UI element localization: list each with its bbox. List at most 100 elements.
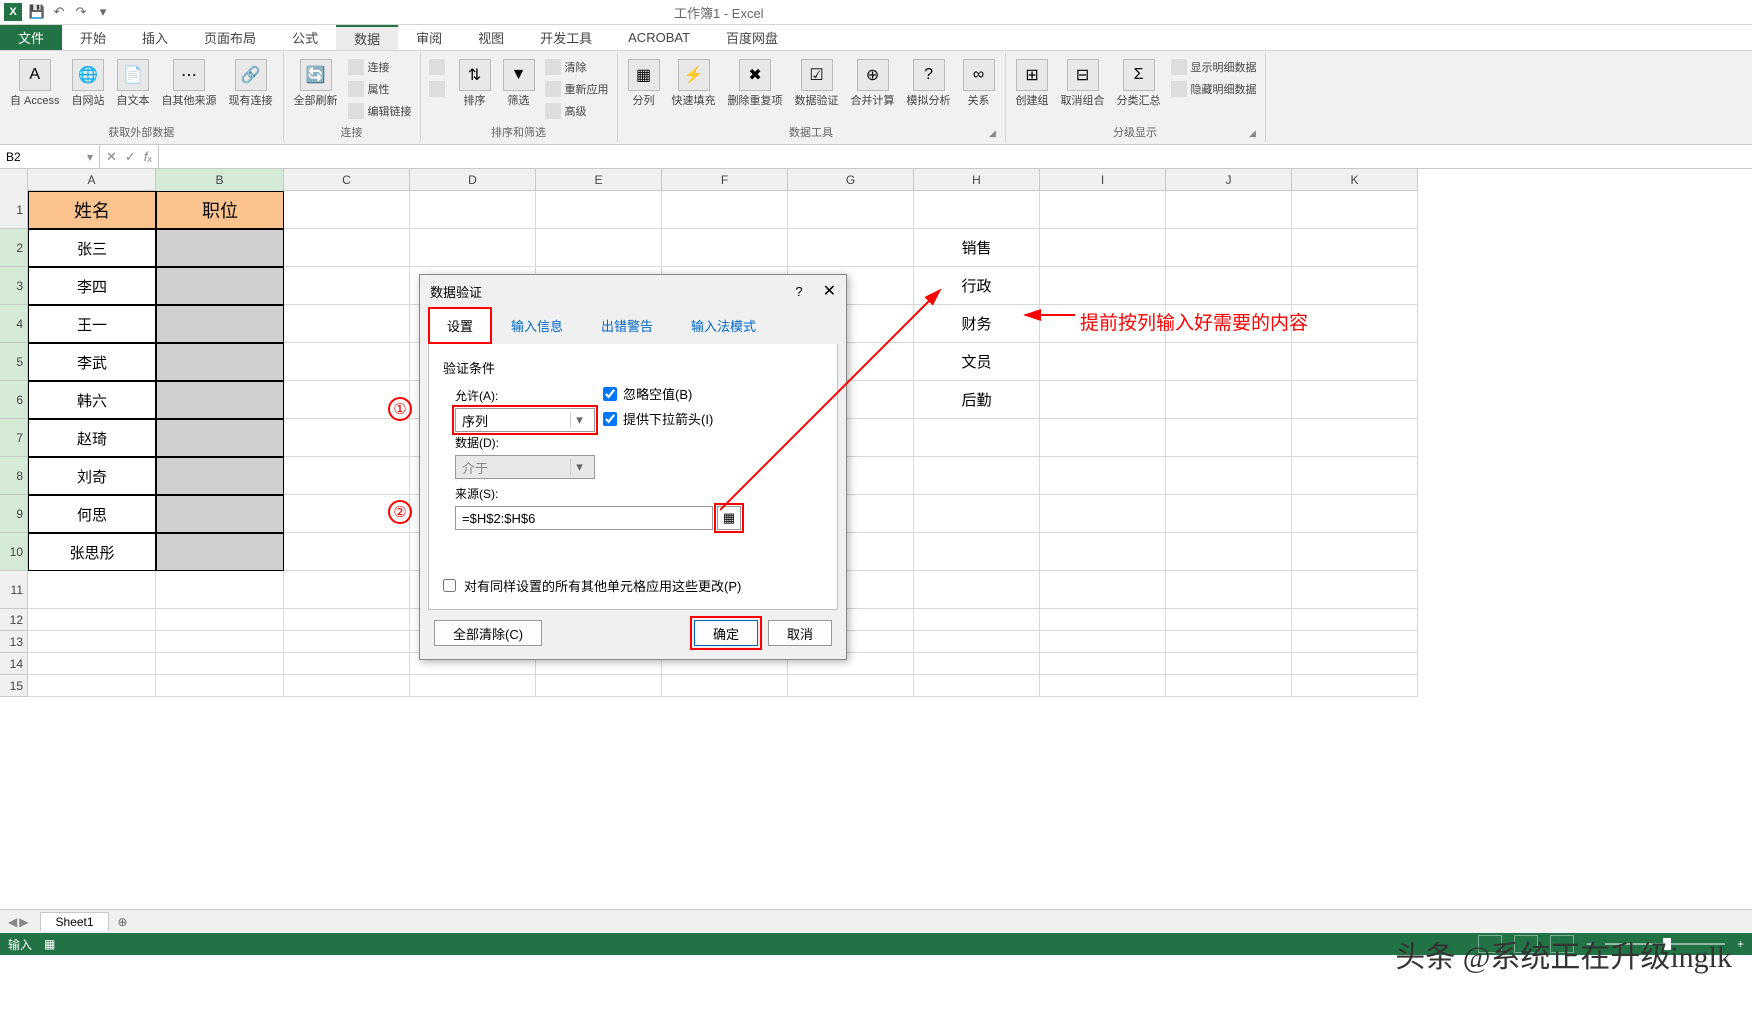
connections-button[interactable]: 连接 bbox=[344, 57, 416, 77]
row-header-15[interactable]: 15 bbox=[0, 675, 28, 697]
group-button[interactable]: ⊞创建组 bbox=[1010, 57, 1055, 110]
qat-redo-icon[interactable]: ↷ bbox=[70, 2, 92, 22]
qat-undo-icon[interactable]: ↶ bbox=[48, 2, 70, 22]
from-other-button[interactable]: ⋯自其他来源 bbox=[156, 57, 223, 110]
cell-B3[interactable] bbox=[156, 267, 284, 305]
cell-B6[interactable] bbox=[156, 381, 284, 419]
cell-J7[interactable] bbox=[1166, 419, 1292, 457]
cell-J10[interactable] bbox=[1166, 533, 1292, 571]
col-header-F[interactable]: F bbox=[662, 169, 788, 191]
tab-acrobat[interactable]: ACROBAT bbox=[610, 25, 708, 50]
cell-H3[interactable]: 行政 bbox=[914, 267, 1040, 305]
tab-page-layout[interactable]: 页面布局 bbox=[186, 25, 274, 50]
sort-button[interactable]: ⇅排序 bbox=[453, 57, 497, 110]
cell-I10[interactable] bbox=[1040, 533, 1166, 571]
dropdown-arrow-checkbox[interactable] bbox=[603, 412, 617, 426]
sort-az-button[interactable] bbox=[425, 57, 453, 77]
cell-J15[interactable] bbox=[1166, 675, 1292, 697]
sheet-nav-prev-icon[interactable]: ◀ bbox=[8, 915, 17, 929]
cell-A13[interactable] bbox=[28, 631, 156, 653]
cell-J9[interactable] bbox=[1166, 495, 1292, 533]
tab-file[interactable]: 文件 bbox=[0, 25, 62, 50]
cell-K4[interactable] bbox=[1292, 305, 1418, 343]
col-header-A[interactable]: A bbox=[28, 169, 156, 191]
relationships-button[interactable]: ∞关系 bbox=[957, 57, 1001, 110]
cell-C2[interactable] bbox=[284, 229, 410, 267]
ignore-blank-checkbox[interactable] bbox=[603, 387, 617, 401]
col-header-K[interactable]: K bbox=[1292, 169, 1418, 191]
cell-J3[interactable] bbox=[1166, 267, 1292, 305]
cell-C12[interactable] bbox=[284, 609, 410, 631]
dialog-tab-ime[interactable]: 输入法模式 bbox=[672, 307, 775, 344]
row-header-7[interactable]: 7 bbox=[0, 419, 28, 457]
cell-D2[interactable] bbox=[410, 229, 536, 267]
cell-H14[interactable] bbox=[914, 653, 1040, 675]
cell-H6[interactable]: 后勤 bbox=[914, 381, 1040, 419]
cell-C3[interactable] bbox=[284, 267, 410, 305]
row-header-8[interactable]: 8 bbox=[0, 457, 28, 495]
row-header-12[interactable]: 12 bbox=[0, 609, 28, 631]
col-header-B[interactable]: B bbox=[156, 169, 284, 191]
cell-C4[interactable] bbox=[284, 305, 410, 343]
cell-K14[interactable] bbox=[1292, 653, 1418, 675]
data-tools-launcher-icon[interactable]: ◢ bbox=[987, 128, 999, 140]
cell-H10[interactable] bbox=[914, 533, 1040, 571]
select-all-corner[interactable] bbox=[0, 169, 28, 191]
row-header-14[interactable]: 14 bbox=[0, 653, 28, 675]
cell-K5[interactable] bbox=[1292, 343, 1418, 381]
cell-K13[interactable] bbox=[1292, 631, 1418, 653]
cell-B12[interactable] bbox=[156, 609, 284, 631]
filter-button[interactable]: ▼筛选 bbox=[497, 57, 541, 110]
dialog-tab-settings[interactable]: 设置 bbox=[428, 307, 492, 344]
cell-E2[interactable] bbox=[536, 229, 662, 267]
reapply-button[interactable]: 重新应用 bbox=[541, 79, 613, 99]
cell-G15[interactable] bbox=[788, 675, 914, 697]
cell-A7[interactable]: 赵琦 bbox=[28, 419, 156, 457]
cell-K15[interactable] bbox=[1292, 675, 1418, 697]
row-header-2[interactable]: 2 bbox=[0, 229, 28, 267]
from-web-button[interactable]: 🌐自网站 bbox=[66, 57, 111, 110]
fx-icon[interactable]: fₓ bbox=[144, 149, 152, 164]
tab-insert[interactable]: 插入 bbox=[124, 25, 186, 50]
col-header-H[interactable]: H bbox=[914, 169, 1040, 191]
cell-B11[interactable] bbox=[156, 571, 284, 609]
dialog-tab-error[interactable]: 出错警告 bbox=[582, 307, 672, 344]
cell-H13[interactable] bbox=[914, 631, 1040, 653]
col-header-D[interactable]: D bbox=[410, 169, 536, 191]
name-box[interactable]: B2▾ bbox=[0, 145, 100, 168]
row-header-1[interactable]: 1 bbox=[0, 191, 28, 229]
cell-J8[interactable] bbox=[1166, 457, 1292, 495]
text-to-columns-button[interactable]: ▦分列 bbox=[622, 57, 666, 110]
cell-K8[interactable] bbox=[1292, 457, 1418, 495]
cell-J5[interactable] bbox=[1166, 343, 1292, 381]
col-header-E[interactable]: E bbox=[536, 169, 662, 191]
dialog-tab-input[interactable]: 输入信息 bbox=[492, 307, 582, 344]
cell-J13[interactable] bbox=[1166, 631, 1292, 653]
properties-button[interactable]: 属性 bbox=[344, 79, 416, 99]
cell-A3[interactable]: 李四 bbox=[28, 267, 156, 305]
dialog-help-icon[interactable]: ? bbox=[795, 284, 802, 299]
cell-K12[interactable] bbox=[1292, 609, 1418, 631]
cell-A1[interactable]: 姓名 bbox=[28, 191, 156, 229]
cell-I14[interactable] bbox=[1040, 653, 1166, 675]
tab-review[interactable]: 审阅 bbox=[398, 25, 460, 50]
cell-H1[interactable] bbox=[914, 191, 1040, 229]
data-validation-button[interactable]: ☑数据验证 bbox=[789, 57, 845, 110]
cell-C5[interactable] bbox=[284, 343, 410, 381]
cell-I13[interactable] bbox=[1040, 631, 1166, 653]
edit-links-button[interactable]: 编辑链接 bbox=[344, 101, 416, 121]
cell-F15[interactable] bbox=[662, 675, 788, 697]
cell-J11[interactable] bbox=[1166, 571, 1292, 609]
clear-filter-button[interactable]: 清除 bbox=[541, 57, 613, 77]
col-header-J[interactable]: J bbox=[1166, 169, 1292, 191]
cell-A10[interactable]: 张思彤 bbox=[28, 533, 156, 571]
from-access-button[interactable]: A自 Access bbox=[4, 57, 66, 110]
cell-B10[interactable] bbox=[156, 533, 284, 571]
cell-B5[interactable] bbox=[156, 343, 284, 381]
confirm-formula-icon[interactable]: ✓ bbox=[125, 149, 136, 165]
cancel-formula-icon[interactable]: ✕ bbox=[106, 149, 117, 165]
source-range-picker-icon[interactable]: ▦ bbox=[717, 506, 741, 530]
clear-all-button[interactable]: 全部清除(C) bbox=[434, 620, 542, 646]
cell-C11[interactable] bbox=[284, 571, 410, 609]
col-header-I[interactable]: I bbox=[1040, 169, 1166, 191]
